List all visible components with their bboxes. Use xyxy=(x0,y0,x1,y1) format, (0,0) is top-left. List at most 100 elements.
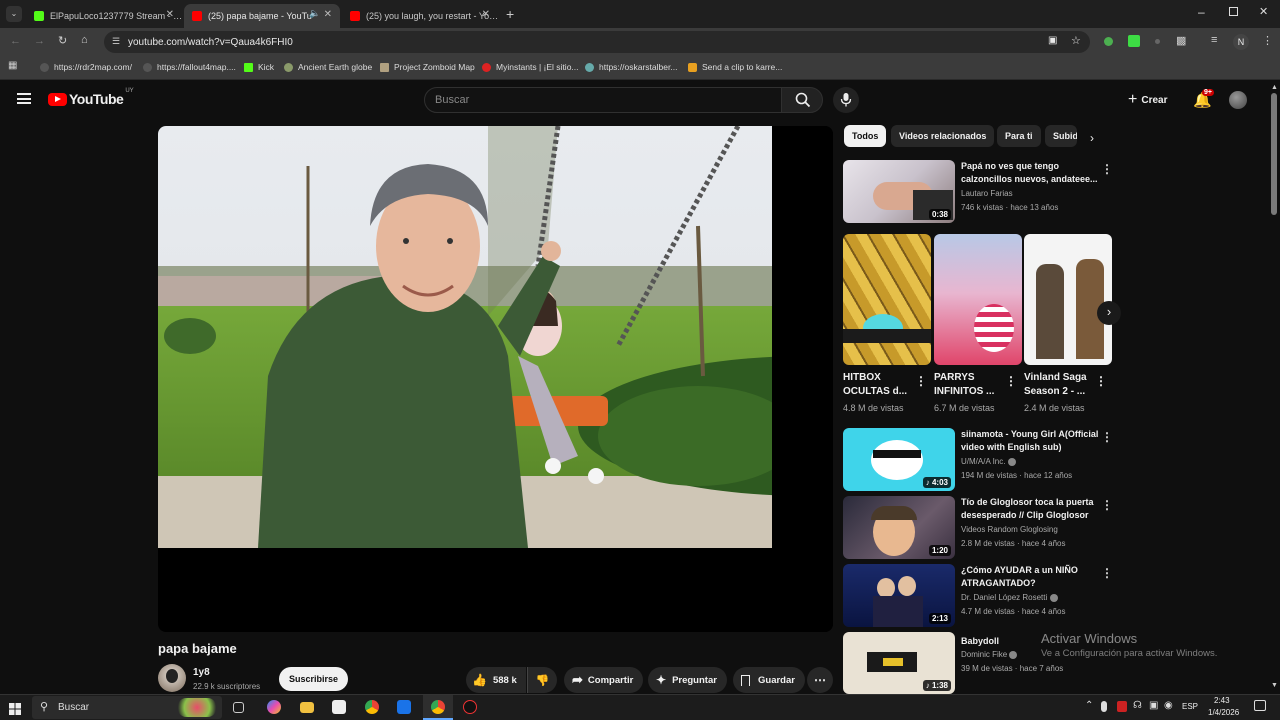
reload-icon[interactable]: ↻ xyxy=(58,34,67,47)
channel-name[interactable]: Lautaro Farias xyxy=(961,189,1013,198)
maximize-button[interactable] xyxy=(1229,7,1238,16)
home-icon[interactable]: ⌂ xyxy=(81,34,88,46)
back-icon[interactable]: ← xyxy=(10,35,21,47)
menu-kebab-icon[interactable]: ⋮ xyxy=(1262,34,1273,47)
taskbar-search-input[interactable]: ⚲ Buscar xyxy=(32,696,222,719)
chip-subidos[interactable]: Subid xyxy=(1045,125,1077,147)
chevron-up-icon[interactable]: ⌃ xyxy=(1085,700,1093,711)
speaker-icon[interactable]: 🔈 xyxy=(309,8,320,19)
hamburger-menu-icon[interactable] xyxy=(17,93,31,104)
more-vert-icon[interactable]: ⋮ xyxy=(1095,374,1107,388)
copilot-icon[interactable] xyxy=(267,700,281,714)
chip-para-ti[interactable]: Para ti xyxy=(997,125,1041,147)
list-item[interactable]: 0:38 Papá no ves que tengo calzoncillos … xyxy=(843,160,1123,223)
tray-headset-icon[interactable]: ☊ xyxy=(1133,700,1142,711)
video-thumbnail[interactable]: ♪ 4:03 xyxy=(843,428,955,491)
more-vert-icon[interactable]: ⋮ xyxy=(1101,498,1113,512)
chrome-profile-taskbar-button[interactable] xyxy=(423,695,453,720)
more-vert-icon[interactable]: ⋮ xyxy=(1005,374,1017,388)
bookmark-myinstants[interactable]: Myinstants | ¡El sitio... xyxy=(482,62,579,72)
video-thumbnail[interactable]: 1:20 xyxy=(843,496,955,559)
install-app-icon[interactable]: ▣ xyxy=(1048,35,1057,46)
close-window-button[interactable]: ✕ xyxy=(1259,5,1268,18)
short-title[interactable]: Vinland Saga Season 2 - ... xyxy=(1024,371,1096,399)
save-button[interactable]: Guardar xyxy=(733,667,805,693)
short-title[interactable]: HITBOX OCULTAS d... xyxy=(843,371,913,399)
task-view-icon[interactable] xyxy=(233,702,244,713)
video-thumbnail[interactable]: 2:13 xyxy=(843,564,955,627)
tray-app-icon[interactable] xyxy=(1117,701,1127,712)
video-title[interactable]: siinamota - Young Girl A(Official video … xyxy=(961,428,1101,454)
dislike-button[interactable]: 👎 xyxy=(527,667,557,693)
steam-like-app-icon[interactable] xyxy=(463,700,477,714)
page-scrollbar[interactable] xyxy=(1271,93,1277,215)
notifications-button[interactable]: 🔔 9+ xyxy=(1193,89,1214,110)
tray-usb-icon[interactable]: ◉ xyxy=(1164,700,1173,711)
new-tab-button[interactable]: + xyxy=(506,6,514,22)
file-explorer-icon[interactable] xyxy=(300,702,314,713)
bookmark-rdr2map[interactable]: https://rdr2map.com/ xyxy=(40,62,132,72)
forward-icon[interactable]: → xyxy=(34,35,45,47)
close-tab-icon[interactable]: ✕ xyxy=(166,9,174,20)
extension-green-icon[interactable] xyxy=(1104,37,1113,46)
more-vert-icon[interactable]: ⋮ xyxy=(1101,162,1113,176)
channel-name[interactable]: Videos Random Gloglosing xyxy=(961,525,1058,534)
video-title[interactable]: Tío de Gloglosor toca la puerta desesper… xyxy=(961,496,1101,522)
bookmark-fallout4map[interactable]: https://fallout4map.... xyxy=(143,62,236,72)
video-player[interactable] xyxy=(158,126,833,632)
extensions-puzzle-icon[interactable]: ▩ xyxy=(1176,34,1186,47)
more-vert-icon[interactable]: ⋮ xyxy=(1101,430,1113,444)
video-thumbnail[interactable]: ♪ 1:38 xyxy=(843,632,955,694)
short-thumbnail[interactable] xyxy=(1024,234,1112,365)
channel-name[interactable]: 1y8 xyxy=(193,667,210,678)
account-avatar[interactable] xyxy=(1229,91,1247,109)
channel-name[interactable]: U/M/A/A Inc. xyxy=(961,457,1016,466)
more-vert-icon[interactable]: ⋮ xyxy=(1101,566,1113,580)
notification-center-icon[interactable] xyxy=(1254,700,1266,711)
channel-avatar[interactable] xyxy=(158,664,186,692)
youtube-logo[interactable]: YouTube UY xyxy=(48,88,134,107)
channel-name[interactable]: Dr. Daniel López Rosetti xyxy=(961,593,1058,602)
profile-avatar[interactable]: N xyxy=(1233,34,1249,50)
microphone-icon[interactable] xyxy=(1101,701,1107,712)
bookmark-kick[interactable]: Kick xyxy=(244,62,274,72)
short-title[interactable]: PARRYS INFINITOS ... xyxy=(934,371,1004,399)
list-item[interactable]: ♪ 4:03 siinamota - Young Girl A(Official… xyxy=(843,428,1123,491)
more-actions-button[interactable]: ⋯ xyxy=(807,667,833,693)
video-frame[interactable] xyxy=(158,126,772,548)
scroll-down-arrow[interactable]: ▼ xyxy=(1271,682,1278,689)
search-input[interactable]: Buscar xyxy=(424,87,782,113)
tray-network-icon[interactable]: ▣ xyxy=(1149,700,1158,711)
create-button[interactable]: + Crear xyxy=(1128,91,1167,109)
share-button[interactable]: ➦ Compartir xyxy=(564,667,644,693)
tab-search-dropdown[interactable]: ⌄ xyxy=(6,6,22,22)
extension-dot-icon[interactable] xyxy=(1155,39,1160,44)
chrome-icon[interactable] xyxy=(365,700,379,714)
short-thumbnail[interactable] xyxy=(934,234,1022,365)
reading-list-icon[interactable]: ≡ xyxy=(1211,34,1217,46)
store-icon[interactable] xyxy=(332,700,346,714)
close-tab-icon[interactable]: ✕ xyxy=(482,9,490,20)
video-thumbnail[interactable]: 0:38 xyxy=(843,160,955,223)
bookmark-oskarstalberg[interactable]: https://oskarstalber... xyxy=(585,62,677,72)
chip-todos[interactable]: Todos xyxy=(844,125,887,147)
shorts-next-button[interactable]: › xyxy=(1097,301,1121,325)
scroll-up-arrow[interactable]: ▲ xyxy=(1271,84,1278,91)
clock-time[interactable]: 2:43 xyxy=(1214,696,1230,705)
close-tab-icon[interactable]: ✕ xyxy=(324,9,332,20)
more-vert-icon[interactable]: ⋮ xyxy=(915,374,927,388)
clock-date[interactable]: 1/4/2026 xyxy=(1208,708,1239,717)
start-button[interactable] xyxy=(9,702,21,715)
chevron-right-icon[interactable]: › xyxy=(1090,131,1094,145)
short-thumbnail[interactable] xyxy=(843,234,931,365)
tab-stream[interactable]: ElPapuLoco1237779 Stream - … ✕ xyxy=(26,4,182,28)
channel-name[interactable]: Dominic Fike xyxy=(961,650,1018,659)
site-info-icon[interactable]: ☰ xyxy=(112,36,120,47)
minimize-button[interactable]: – xyxy=(1198,5,1205,19)
bookmark-ancient-earth[interactable]: Ancient Earth globe xyxy=(284,62,372,72)
apps-grid-icon[interactable]: ▦ xyxy=(8,60,17,71)
bookmark-send-clip[interactable]: Send a clip to karre... xyxy=(688,62,782,72)
bookmark-star-icon[interactable]: ☆ xyxy=(1071,34,1081,47)
bookmark-project-zomboid[interactable]: Project Zomboid Map xyxy=(380,62,475,72)
search-button[interactable] xyxy=(781,87,823,113)
